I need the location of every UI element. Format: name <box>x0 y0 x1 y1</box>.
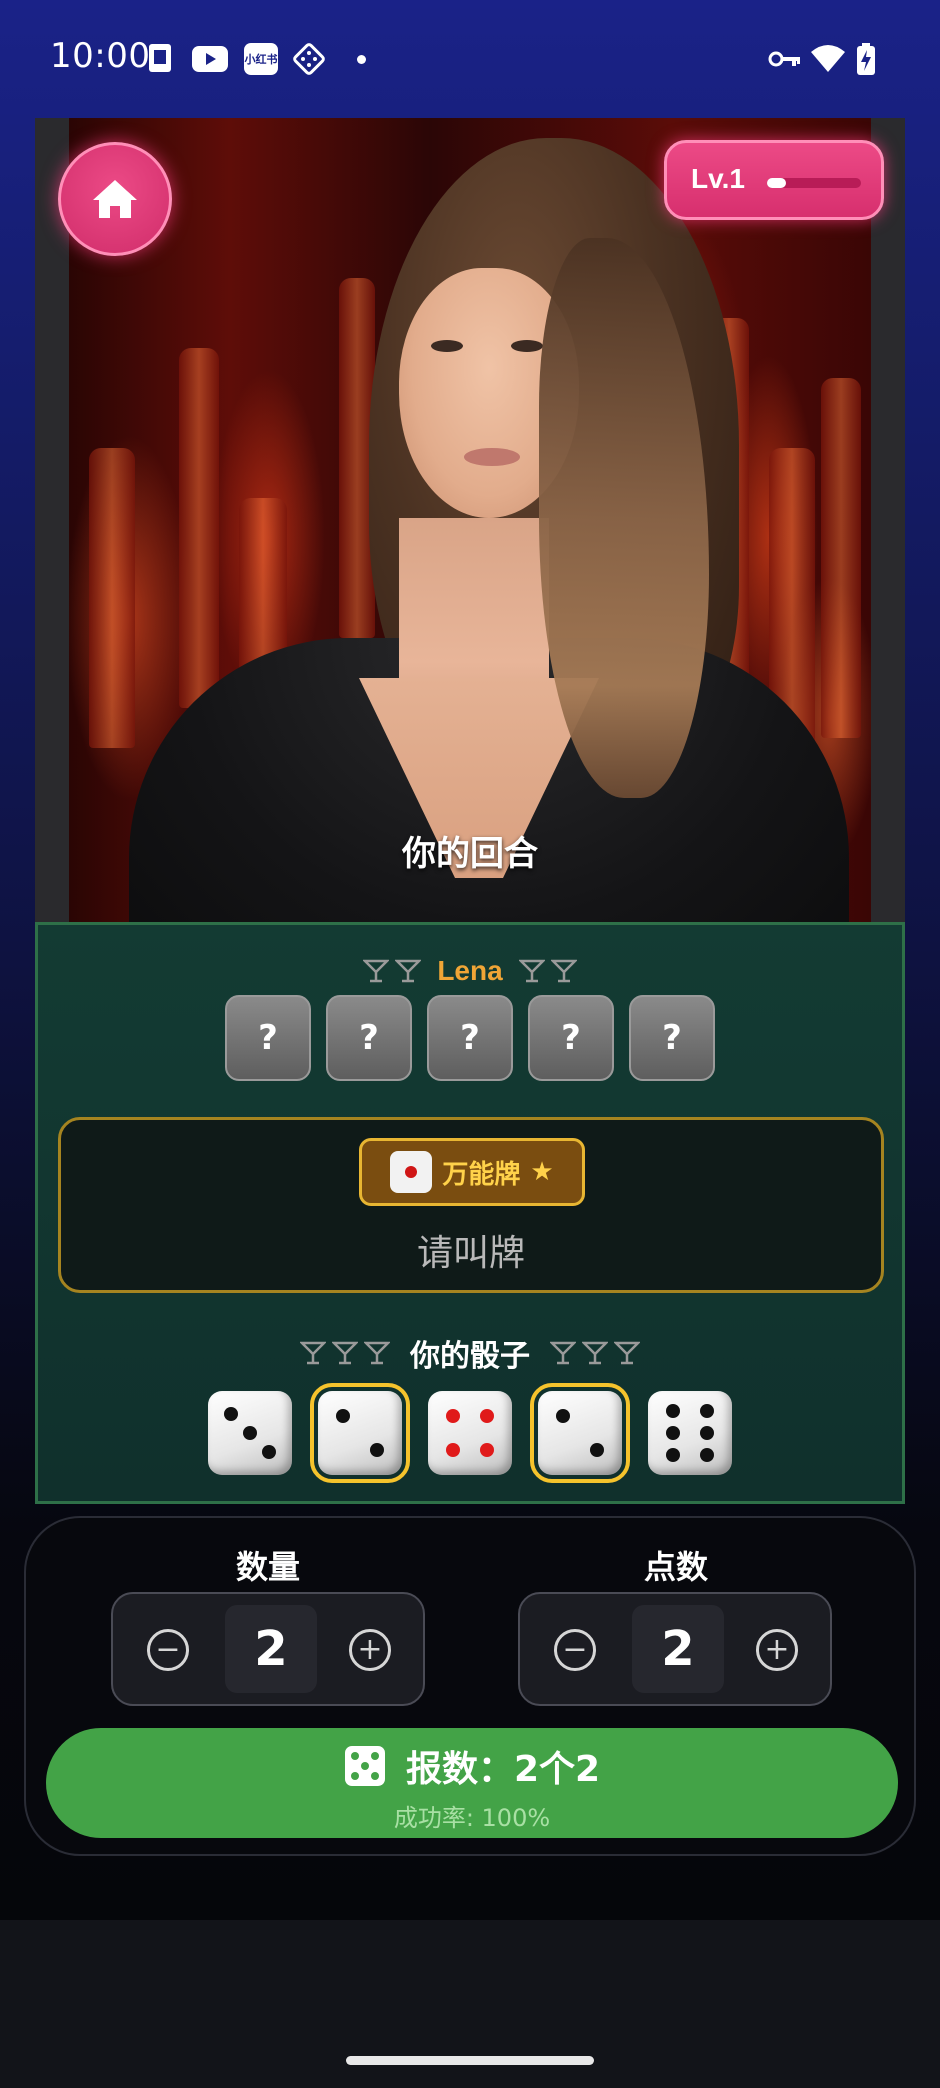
die-pip <box>262 1445 277 1460</box>
submit-bid-main: 报数：2个2 <box>46 1740 898 1792</box>
quantity-value: 2 <box>225 1605 317 1693</box>
portrait-eye <box>511 340 543 352</box>
player-dice-label: 你的骰子 <box>410 1339 530 1374</box>
die-pip <box>446 1442 461 1457</box>
bar-bottle <box>821 378 861 738</box>
die-pip <box>699 1404 714 1419</box>
portrait-lips <box>464 448 520 466</box>
die-pip <box>666 1404 681 1419</box>
player-die-2[interactable] <box>310 1383 410 1483</box>
level-progress-fill <box>767 178 786 188</box>
call-status-box: 万能牌 ★ 请叫牌 <box>58 1117 884 1293</box>
status-time: 10:00 <box>50 36 151 76</box>
success-rate-text: 成功率: 100% <box>393 1804 551 1832</box>
xiaohongshu-icon: 小红书 <box>244 42 278 76</box>
player-die-4[interactable] <box>530 1383 630 1483</box>
hidden-die: ? <box>225 995 311 1081</box>
face-decrease-button[interactable]: − <box>554 1629 596 1671</box>
opponent-name: Lena <box>437 955 503 986</box>
die-pip <box>666 1447 681 1462</box>
vpn-key-icon <box>768 42 802 76</box>
game-table: Lena ? ? ? ? ? 万能牌 ★ 请叫牌 你的骰子 <box>35 922 905 1504</box>
player-die-5[interactable] <box>648 1391 732 1475</box>
player-dice-header: 你的骰子 <box>38 1333 902 1374</box>
face-increase-button[interactable]: + <box>756 1629 798 1671</box>
die-pip <box>589 1442 604 1457</box>
player-dice <box>38 1383 902 1483</box>
cocktail-glass-icon <box>550 1341 576 1365</box>
cocktail-glass-icon <box>518 959 545 983</box>
gesture-nav-handle[interactable] <box>346 2056 594 2065</box>
status-bar: 10:00 小红书 <box>0 0 940 118</box>
wild-card-label: 万能牌 <box>442 1159 521 1190</box>
call-prompt: 请叫牌 <box>416 1233 525 1274</box>
wild-card-chip: 万能牌 ★ <box>359 1138 585 1206</box>
die-pip <box>223 1406 238 1421</box>
player-die-3[interactable] <box>428 1391 512 1475</box>
die-pip <box>336 1409 351 1424</box>
die-pip <box>369 1442 384 1457</box>
dice-icon <box>344 1746 385 1786</box>
cocktail-glass-icon <box>332 1341 358 1365</box>
die-pip <box>699 1447 714 1462</box>
level-progress-bar <box>767 178 861 188</box>
cocktail-glass-icon <box>364 1341 390 1365</box>
battery-charging-icon <box>856 42 876 76</box>
level-label: Lv.1 <box>691 163 745 194</box>
face-label: 点数 <box>644 1548 709 1586</box>
cocktail-glass-icon <box>363 959 390 983</box>
bid-controls: 数量 − 2 + 点数 − 2 + 报数：2个2 成功率: 100% <box>24 1516 916 1856</box>
die-pip <box>479 1442 494 1457</box>
app-badge-text: 小红书 <box>244 43 278 75</box>
face-stepper: − 2 + <box>518 1592 832 1706</box>
cocktail-glass-icon <box>395 959 422 983</box>
quantity-decrease-button[interactable]: − <box>147 1629 189 1671</box>
submit-bid-label: 报数：2个2 <box>405 1749 601 1790</box>
opponent-drinks-right <box>518 958 577 984</box>
die-pip <box>479 1409 494 1424</box>
die-pip <box>243 1426 257 1440</box>
die-pip <box>666 1426 681 1440</box>
die-pip <box>699 1426 714 1440</box>
quantity-label: 数量 <box>236 1548 301 1586</box>
die-pip <box>556 1409 571 1424</box>
wifi-icon <box>810 42 846 76</box>
star-icon: ★ <box>530 1157 554 1187</box>
submit-bid-button[interactable]: 报数：2个2 成功率: 100% <box>46 1728 898 1838</box>
notification-dot <box>357 55 366 64</box>
wild-die-icon <box>390 1151 433 1193</box>
quantity-increase-button[interactable]: + <box>349 1629 391 1671</box>
player-die-1[interactable] <box>208 1391 292 1475</box>
cocktail-glass-icon <box>550 959 577 983</box>
level-badge[interactable]: Lv.1 <box>664 140 884 220</box>
player-drinks-left <box>300 1340 390 1366</box>
dice-app-icon <box>292 42 326 76</box>
opponent-header: Lena <box>38 951 902 991</box>
turn-indicator: 你的回合 <box>402 834 538 874</box>
face-value: 2 <box>632 1605 724 1693</box>
portrait-eye <box>431 340 463 352</box>
home-button[interactable] <box>58 142 172 256</box>
youtube-icon <box>192 42 228 76</box>
die-pip <box>446 1409 461 1424</box>
hidden-die: ? <box>326 995 412 1081</box>
cocktail-glass-icon <box>300 1341 326 1365</box>
home-icon <box>93 180 137 218</box>
player-drinks-right <box>550 1340 640 1366</box>
opponent-portrait <box>35 118 905 924</box>
bar-bottle <box>179 348 219 708</box>
hidden-die: ? <box>427 995 513 1081</box>
sim-icon <box>144 42 178 76</box>
quantity-stepper: − 2 + <box>111 1592 425 1706</box>
opponent-drinks-left <box>363 958 422 984</box>
cocktail-glass-icon <box>614 1341 640 1365</box>
portrait-image <box>69 118 871 924</box>
bar-bottle <box>89 448 135 748</box>
cocktail-glass-icon <box>582 1341 608 1365</box>
hidden-die: ? <box>528 995 614 1081</box>
hidden-die: ? <box>629 995 715 1081</box>
opponent-hidden-dice: ? ? ? ? ? <box>38 995 902 1081</box>
